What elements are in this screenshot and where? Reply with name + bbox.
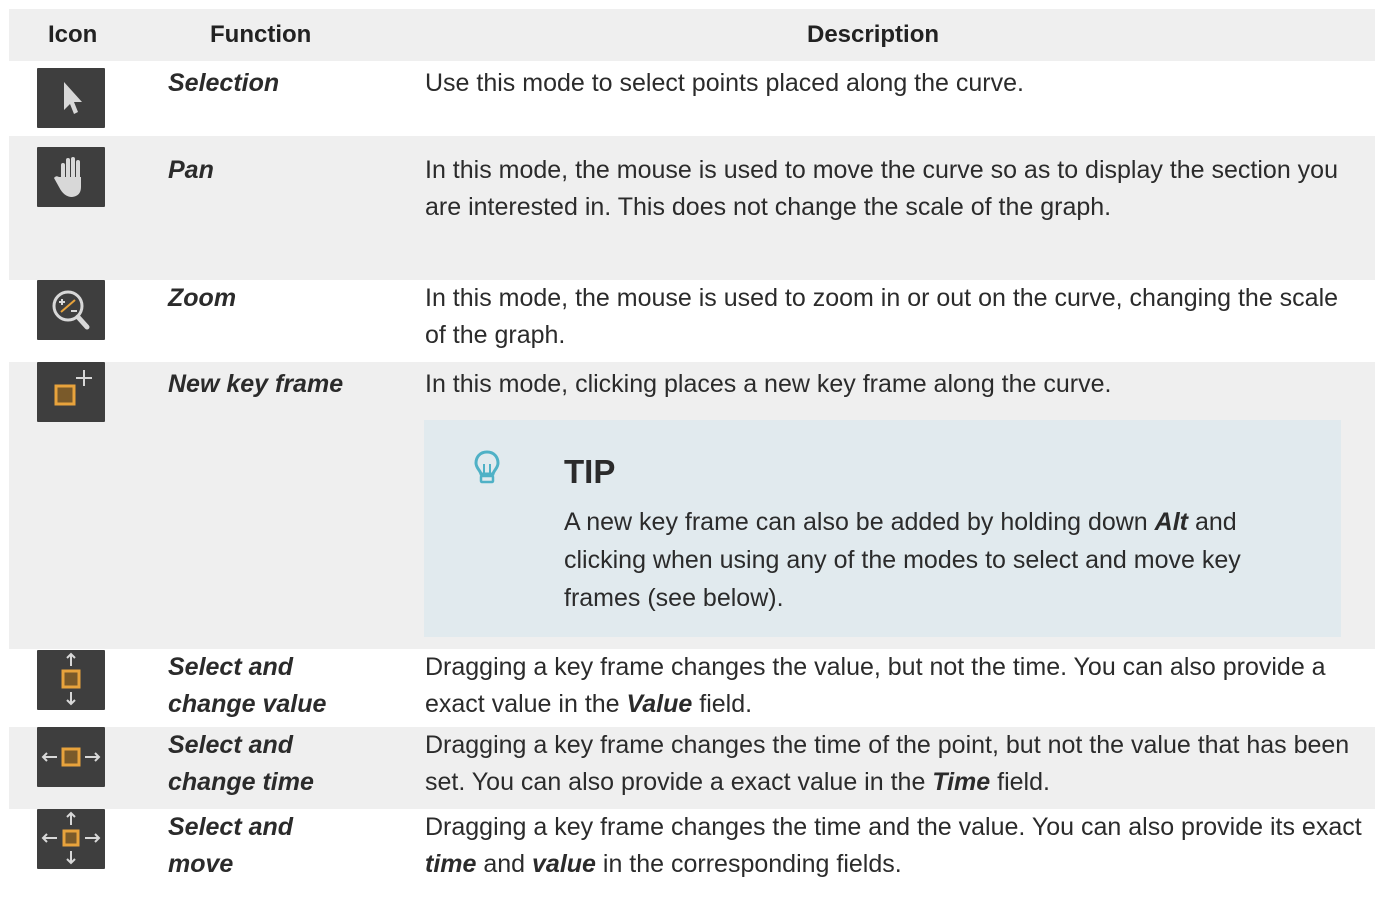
function-label: Select and change value — [168, 653, 327, 718]
time-field-emphasis: Time — [932, 768, 991, 796]
function-label: Select and change time — [168, 731, 314, 796]
move-key-frame-icon — [37, 809, 105, 869]
header-function: Function — [210, 21, 312, 48]
description-text: Dragging a key frame changes the time of… — [425, 731, 1350, 796]
new-key-frame-icon — [37, 362, 105, 422]
description-text: Use this mode to select points placed al… — [425, 69, 1024, 97]
table-row-zoom: Zoom In this mode, the mouse is used to … — [9, 280, 1375, 362]
tip-title: TIP — [564, 453, 616, 490]
lightbulb-icon — [474, 450, 500, 484]
table-row-change-value: Select and change value Dragging a key fr… — [9, 649, 1375, 727]
pan-hand-icon — [37, 147, 105, 207]
header-description: Description — [807, 21, 940, 48]
description-text: In this mode, the mouse is used to move … — [425, 156, 1338, 221]
tip-text: A new key frame can also be added by hol… — [564, 508, 1241, 612]
zoom-magnifier-icon — [37, 280, 105, 340]
description-text: In this mode, the mouse is used to zoom … — [425, 284, 1339, 349]
function-label: Pan — [168, 156, 214, 184]
table-row-pan: Pan In this mode, the mouse is used to m… — [9, 136, 1375, 280]
description-text: Dragging a key frame changes the time an… — [425, 813, 1362, 878]
selection-arrow-icon — [37, 68, 105, 128]
description-text: Dragging a key frame changes the value, … — [425, 653, 1326, 718]
function-label: Select and move — [168, 813, 294, 878]
table-row-move: Select and move Dragging a key frame chan… — [9, 809, 1375, 899]
value-emphasis: value — [532, 850, 596, 878]
table-row-selection: Selection Use this mode to select points… — [9, 61, 1375, 136]
table-header: Icon Function Description — [9, 9, 1375, 61]
change-value-icon — [37, 650, 105, 710]
header-icon: Icon — [48, 21, 98, 48]
alt-key-emphasis: Alt — [1154, 508, 1188, 536]
function-label: New key frame — [168, 370, 344, 398]
description-text: In this mode, clicking places a new key … — [425, 370, 1112, 398]
function-label: Selection — [168, 69, 280, 97]
function-label: Zoom — [168, 284, 237, 312]
table-row-change-time: Select and change time Dragging a key fra… — [9, 727, 1375, 809]
time-emphasis: time — [425, 850, 477, 878]
value-field-emphasis: Value — [626, 690, 693, 718]
tip-callout: TIP A new key frame can also be added by… — [424, 420, 1341, 637]
change-time-icon — [37, 727, 105, 787]
